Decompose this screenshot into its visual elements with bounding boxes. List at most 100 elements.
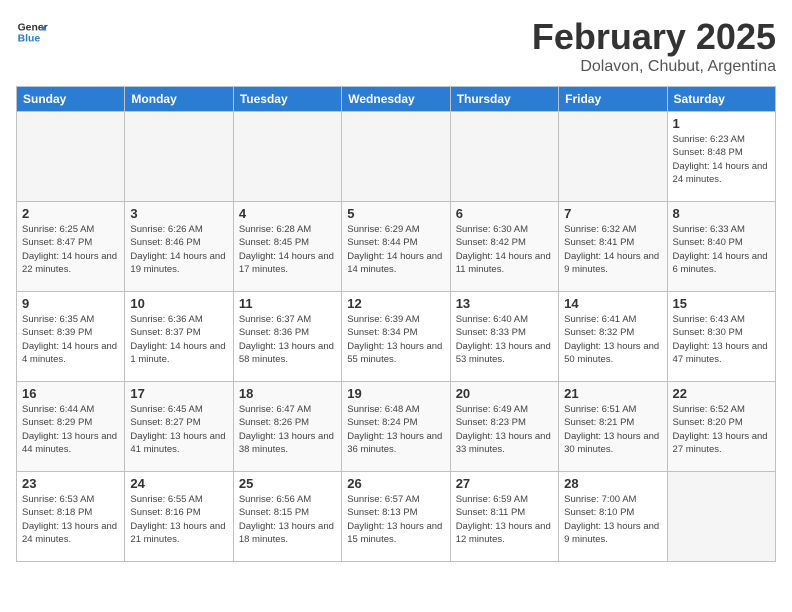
week-row-4: 16Sunrise: 6:44 AM Sunset: 8:29 PM Dayli… — [17, 382, 776, 472]
calendar-cell: 12 Sunrise: 6:39 AM Sunset: 8:34 PM Dayli… — [342, 292, 450, 382]
calendar-cell: 21 Sunrise: 6:51 AM Sunset: 8:21 PM Dayli… — [559, 382, 667, 472]
day-info: Sunrise: 6:53 AM Sunset: 8:18 PM Dayligh… — [22, 493, 119, 546]
calendar-cell: 18 Sunrise: 6:47 AM Sunset: 8:26 PM Dayli… — [233, 382, 341, 472]
calendar-cell: 9 Sunrise: 6:35 AM Sunset: 8:39 PM Daylig… — [17, 292, 125, 382]
calendar-cell: 15 Sunrise: 6:43 AM Sunset: 8:30 PM Dayli… — [667, 292, 775, 382]
calendar-cell: 8 Sunrise: 6:33 AM Sunset: 8:40 PM Daylig… — [667, 202, 775, 292]
week-row-3: 9 Sunrise: 6:35 AM Sunset: 8:39 PM Daylig… — [17, 292, 776, 382]
day-number: 21 — [564, 386, 661, 401]
day-number: 24 — [130, 476, 227, 491]
day-info: Sunrise: 6:32 AM Sunset: 8:41 PM Dayligh… — [564, 223, 661, 276]
day-info: Sunrise: 6:29 AM Sunset: 8:44 PM Dayligh… — [347, 223, 444, 276]
day-info: Sunrise: 6:36 AM Sunset: 8:37 PM Dayligh… — [130, 313, 227, 366]
calendar-cell: 3 Sunrise: 6:26 AM Sunset: 8:46 PM Daylig… — [125, 202, 233, 292]
day-info: Sunrise: 7:00 AM Sunset: 8:10 PM Dayligh… — [564, 493, 661, 546]
day-number: 19 — [347, 386, 444, 401]
day-info: Sunrise: 6:35 AM Sunset: 8:39 PM Dayligh… — [22, 313, 119, 366]
day-info: Sunrise: 6:45 AM Sunset: 8:27 PM Dayligh… — [130, 403, 227, 456]
day-info: Sunrise: 6:39 AM Sunset: 8:34 PM Dayligh… — [347, 313, 444, 366]
calendar-cell: 7Sunrise: 6:32 AM Sunset: 8:41 PM Daylig… — [559, 202, 667, 292]
calendar-cell: 22 Sunrise: 6:52 AM Sunset: 8:20 PM Dayli… — [667, 382, 775, 472]
calendar-cell: 25 Sunrise: 6:56 AM Sunset: 8:15 PM Dayli… — [233, 472, 341, 562]
weekday-header-sunday: Sunday — [17, 87, 125, 112]
calendar-cell: 10 Sunrise: 6:36 AM Sunset: 8:37 PM Dayli… — [125, 292, 233, 382]
calendar-table: SundayMondayTuesdayWednesdayThursdayFrid… — [16, 86, 776, 562]
day-info: Sunrise: 6:28 AM Sunset: 8:45 PM Dayligh… — [239, 223, 336, 276]
day-info: Sunrise: 6:47 AM Sunset: 8:26 PM Dayligh… — [239, 403, 336, 456]
day-number: 9 — [22, 296, 119, 311]
day-number: 17 — [130, 386, 227, 401]
day-number: 14 — [564, 296, 661, 311]
calendar-subtitle: Dolavon, Chubut, Argentina — [532, 58, 776, 76]
day-info: Sunrise: 6:26 AM Sunset: 8:46 PM Dayligh… — [130, 223, 227, 276]
calendar-cell: 14 Sunrise: 6:41 AM Sunset: 8:32 PM Dayli… — [559, 292, 667, 382]
calendar-cell: 23 Sunrise: 6:53 AM Sunset: 8:18 PM Dayli… — [17, 472, 125, 562]
calendar-title: February 2025 — [532, 16, 776, 58]
calendar-cell: 13Sunrise: 6:40 AM Sunset: 8:33 PM Dayli… — [450, 292, 558, 382]
day-info: Sunrise: 6:23 AM Sunset: 8:48 PM Dayligh… — [673, 133, 770, 186]
svg-text:Blue: Blue — [18, 34, 41, 45]
calendar-cell: 24 Sunrise: 6:55 AM Sunset: 8:16 PM Dayli… — [125, 472, 233, 562]
day-info: Sunrise: 6:30 AM Sunset: 8:42 PM Dayligh… — [456, 223, 553, 276]
calendar-cell — [17, 112, 125, 202]
day-info: Sunrise: 6:56 AM Sunset: 8:15 PM Dayligh… — [239, 493, 336, 546]
title-area: February 2025 Dolavon, Chubut, Argentina — [532, 16, 776, 76]
day-info: Sunrise: 6:48 AM Sunset: 8:24 PM Dayligh… — [347, 403, 444, 456]
day-number: 2 — [22, 206, 119, 221]
day-number: 10 — [130, 296, 227, 311]
day-number: 25 — [239, 476, 336, 491]
calendar-cell — [450, 112, 558, 202]
day-info: Sunrise: 6:41 AM Sunset: 8:32 PM Dayligh… — [564, 313, 661, 366]
day-number: 12 — [347, 296, 444, 311]
day-info: Sunrise: 6:43 AM Sunset: 8:30 PM Dayligh… — [673, 313, 770, 366]
calendar-cell — [667, 472, 775, 562]
calendar-cell: 28 Sunrise: 7:00 AM Sunset: 8:10 PM Dayli… — [559, 472, 667, 562]
logo-icon: General Blue — [16, 16, 48, 48]
weekday-header-monday: Monday — [125, 87, 233, 112]
day-number: 11 — [239, 296, 336, 311]
day-number: 5 — [347, 206, 444, 221]
calendar-cell: 1 Sunrise: 6:23 AM Sunset: 8:48 PM Daylig… — [667, 112, 775, 202]
day-info: Sunrise: 6:33 AM Sunset: 8:40 PM Dayligh… — [673, 223, 770, 276]
day-info: Sunrise: 6:55 AM Sunset: 8:16 PM Dayligh… — [130, 493, 227, 546]
calendar-cell: 20 Sunrise: 6:49 AM Sunset: 8:23 PM Dayli… — [450, 382, 558, 472]
page-header: General Blue February 2025 Dolavon, Chub… — [16, 16, 776, 76]
calendar-cell: 26 Sunrise: 6:57 AM Sunset: 8:13 PM Dayli… — [342, 472, 450, 562]
day-number: 18 — [239, 386, 336, 401]
day-number: 26 — [347, 476, 444, 491]
calendar-cell: 27Sunrise: 6:59 AM Sunset: 8:11 PM Dayli… — [450, 472, 558, 562]
day-info: Sunrise: 6:25 AM Sunset: 8:47 PM Dayligh… — [22, 223, 119, 276]
calendar-cell: 2 Sunrise: 6:25 AM Sunset: 8:47 PM Daylig… — [17, 202, 125, 292]
day-number: 1 — [673, 116, 770, 131]
day-info: Sunrise: 6:51 AM Sunset: 8:21 PM Dayligh… — [564, 403, 661, 456]
day-number: 13 — [456, 296, 553, 311]
logo: General Blue — [16, 16, 48, 48]
weekday-header-thursday: Thursday — [450, 87, 558, 112]
day-number: 23 — [22, 476, 119, 491]
calendar-cell — [559, 112, 667, 202]
day-info: Sunrise: 6:37 AM Sunset: 8:36 PM Dayligh… — [239, 313, 336, 366]
calendar-cell: 16Sunrise: 6:44 AM Sunset: 8:29 PM Dayli… — [17, 382, 125, 472]
calendar-cell: 6Sunrise: 6:30 AM Sunset: 8:42 PM Daylig… — [450, 202, 558, 292]
weekday-header-tuesday: Tuesday — [233, 87, 341, 112]
day-number: 4 — [239, 206, 336, 221]
calendar-cell: 17 Sunrise: 6:45 AM Sunset: 8:27 PM Dayli… — [125, 382, 233, 472]
day-info: Sunrise: 6:57 AM Sunset: 8:13 PM Dayligh… — [347, 493, 444, 546]
day-number: 3 — [130, 206, 227, 221]
day-info: Sunrise: 6:52 AM Sunset: 8:20 PM Dayligh… — [673, 403, 770, 456]
week-row-2: 2 Sunrise: 6:25 AM Sunset: 8:47 PM Daylig… — [17, 202, 776, 292]
day-number: 20 — [456, 386, 553, 401]
day-info: Sunrise: 6:44 AM Sunset: 8:29 PM Dayligh… — [22, 403, 119, 456]
calendar-cell — [125, 112, 233, 202]
weekday-header-wednesday: Wednesday — [342, 87, 450, 112]
weekday-header-row: SundayMondayTuesdayWednesdayThursdayFrid… — [17, 87, 776, 112]
weekday-header-saturday: Saturday — [667, 87, 775, 112]
calendar-cell: 19 Sunrise: 6:48 AM Sunset: 8:24 PM Dayli… — [342, 382, 450, 472]
day-number: 15 — [673, 296, 770, 311]
calendar-cell — [233, 112, 341, 202]
day-info: Sunrise: 6:49 AM Sunset: 8:23 PM Dayligh… — [456, 403, 553, 456]
day-number: 28 — [564, 476, 661, 491]
day-number: 22 — [673, 386, 770, 401]
day-number: 27 — [456, 476, 553, 491]
day-number: 8 — [673, 206, 770, 221]
